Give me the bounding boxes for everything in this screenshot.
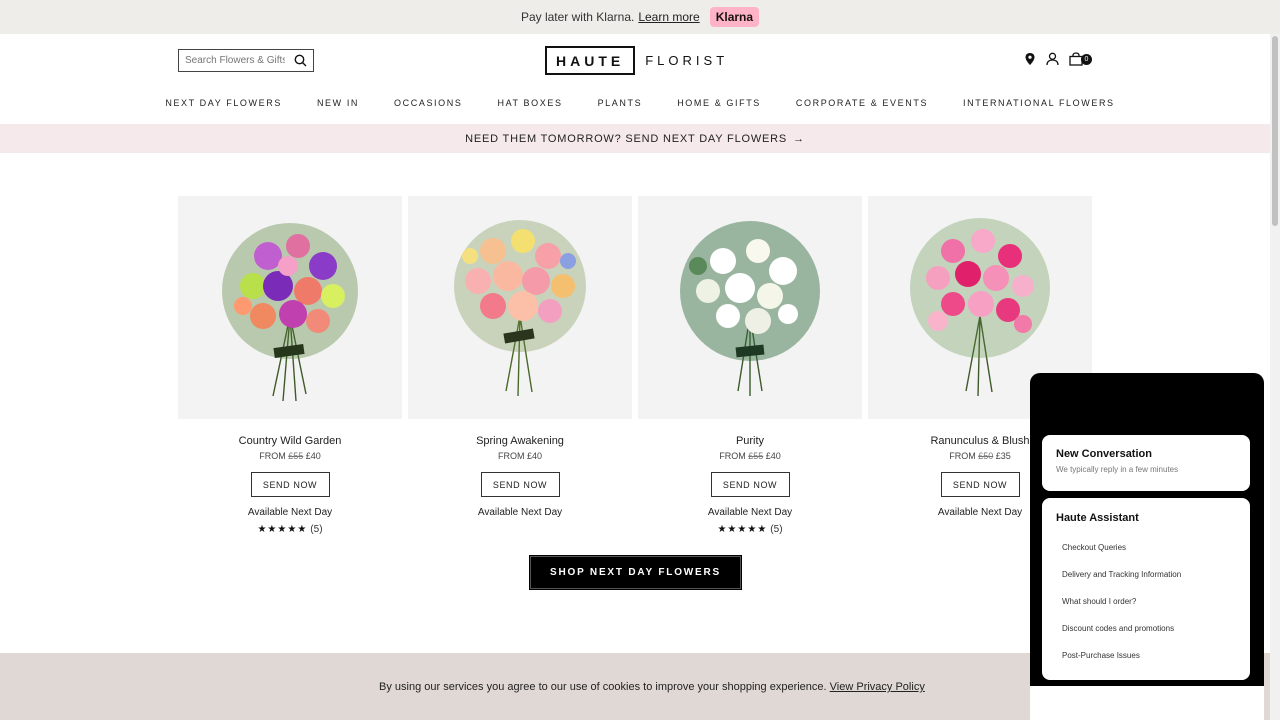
product-card: Spring Awakening FROM £40 SEND NOW Avail… (408, 196, 632, 535)
search-input[interactable] (185, 55, 285, 66)
logo-boxed-text: HAUTE (545, 46, 636, 75)
product-name[interactable]: Spring Awakening (408, 435, 632, 447)
review-count[interactable]: (5) (770, 524, 782, 535)
site-logo[interactable]: HAUTE FLORIST (545, 46, 728, 75)
sale-price: £40 (526, 451, 543, 461)
cookie-text-container: By using our services you agree to our u… (379, 681, 925, 693)
sale-price: £40 (305, 451, 321, 461)
next-day-banner-text: NEED THEM TOMORROW? SEND NEXT DAY FLOWER… (465, 132, 788, 145)
learn-more-link[interactable]: Learn more (638, 10, 699, 24)
nav-item-hat-boxes[interactable]: HAT BOXES (497, 98, 562, 108)
sale-price: £40 (765, 451, 781, 461)
location-pin-icon[interactable] (1024, 52, 1036, 71)
send-now-button[interactable]: SEND NOW (250, 472, 330, 497)
product-image[interactable] (178, 196, 402, 419)
chat-bottom-strip (1030, 686, 1264, 720)
nav-item-next-day-flowers[interactable]: NEXT DAY FLOWERS (165, 98, 282, 108)
assistant-option-discounts[interactable]: Discount codes and promotions (1056, 615, 1236, 642)
star-rating: ★★★★★ (5) (638, 524, 862, 535)
assistant-option-post-purchase[interactable]: Post-Purchase Issues (1056, 642, 1236, 669)
arrow-right-icon: → (793, 132, 805, 145)
logo-text: FLORIST (645, 53, 729, 68)
account-icon[interactable] (1046, 52, 1059, 71)
assistant-option-what-to-order[interactable]: What should I order? (1056, 588, 1236, 615)
assistant-option-delivery[interactable]: Delivery and Tracking Information (1056, 561, 1236, 588)
new-conversation-card[interactable]: New Conversation We typically reply in a… (1042, 435, 1250, 491)
send-now-button[interactable]: SEND NOW (940, 472, 1020, 497)
cart-button[interactable]: 0 (1069, 52, 1092, 71)
product-name[interactable]: Country Wild Garden (178, 435, 402, 447)
scrollbar-thumb[interactable] (1272, 36, 1278, 226)
cookie-text: By using our services you agree to our u… (379, 681, 827, 693)
old-price: £50 (978, 451, 994, 461)
availability-text: Available Next Day (707, 507, 793, 518)
product-price: FROM £55 £40 (719, 451, 781, 461)
product-grid: Country Wild Garden FROM £55 £40 SEND NO… (178, 196, 1092, 535)
old-price: £55 (288, 451, 304, 461)
search-icon[interactable] (294, 54, 307, 70)
nav-item-occasions[interactable]: OCCASIONS (394, 98, 462, 108)
next-day-banner[interactable]: NEED THEM TOMORROW? SEND NEXT DAY FLOWER… (0, 124, 1270, 153)
page-scrollbar[interactable] (1270, 34, 1280, 720)
product-name[interactable]: Purity (638, 435, 862, 447)
new-conversation-title: New Conversation (1056, 448, 1152, 460)
product-price: FROM £40 (497, 451, 543, 461)
assistant-options: Checkout Queries Delivery and Tracking I… (1056, 534, 1236, 669)
old-price: £55 (748, 451, 764, 461)
availability-text: Available Next Day (247, 507, 333, 518)
assistant-option-checkout[interactable]: Checkout Queries (1056, 534, 1236, 561)
product-image[interactable] (408, 196, 632, 419)
product-image[interactable] (638, 196, 862, 419)
product-card: Country Wild Garden FROM £55 £40 SEND NO… (178, 196, 402, 535)
nav-item-new-in[interactable]: NEW IN (317, 98, 359, 108)
cart-count-badge: 0 (1081, 54, 1092, 65)
promo-bar: Pay later with Klarna. Learn more Klarna (0, 0, 1280, 34)
header-icons: 0 (1024, 52, 1092, 71)
send-now-button[interactable]: SEND NOW (710, 472, 790, 497)
klarna-badge: Klarna (709, 7, 760, 27)
send-now-button[interactable]: SEND NOW (480, 472, 560, 497)
review-count[interactable]: (5) (310, 524, 322, 535)
chat-widget: New Conversation We typically reply in a… (1030, 373, 1264, 720)
privacy-policy-link[interactable]: View Privacy Policy (830, 681, 925, 693)
nav-item-plants[interactable]: PLANTS (598, 98, 643, 108)
product-price: FROM £55 £40 (259, 451, 321, 461)
assistant-title: Haute Assistant (1056, 512, 1139, 524)
promo-text: Pay later with Klarna. (520, 10, 635, 24)
nav-item-international-flowers[interactable]: INTERNATIONAL FLOWERS (963, 98, 1115, 108)
search-box[interactable] (178, 49, 314, 72)
star-rating: ★★★★★ (5) (178, 524, 402, 535)
product-card: Purity FROM £55 £40 SEND NOW Available N… (638, 196, 862, 535)
nav-item-corporate-events[interactable]: CORPORATE & EVENTS (796, 98, 928, 108)
availability-text: Available Next Day (477, 507, 563, 518)
new-conversation-subtitle: We typically reply in a few minutes (1056, 465, 1179, 474)
nav-item-home-gifts[interactable]: HOME & GIFTS (677, 98, 761, 108)
main-nav: NEXT DAY FLOWERS NEW IN OCCASIONS HAT BO… (0, 98, 1280, 108)
haute-assistant-card: Haute Assistant Checkout Queries Deliver… (1042, 498, 1250, 680)
star-icons: ★★★★★ (257, 524, 308, 535)
shop-next-day-flowers-button[interactable]: SHOP NEXT DAY FLOWERS (529, 555, 742, 590)
sale-price: £35 (995, 451, 1011, 461)
star-icons: ★★★★★ (717, 524, 768, 535)
